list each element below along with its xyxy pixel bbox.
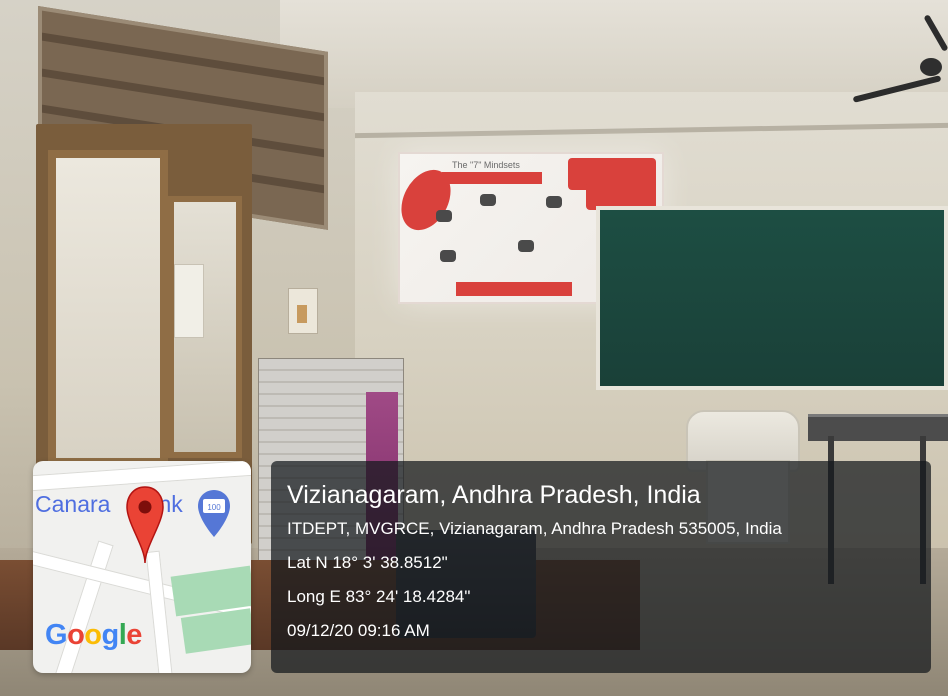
location-city: Vizianagaram, Andhra Pradesh, India bbox=[287, 481, 701, 509]
map-thumbnail: Canara nk 100 Google bbox=[33, 461, 251, 673]
location-pin-icon bbox=[126, 486, 164, 564]
slide-title: The "7" Mindsets bbox=[452, 160, 520, 170]
longitude-readout: Long E 83° 24' 18.4284" bbox=[287, 587, 471, 606]
google-logo-letter: o bbox=[84, 619, 102, 651]
google-logo-letter: l bbox=[118, 619, 127, 651]
blackboard bbox=[596, 206, 948, 390]
map-park bbox=[180, 608, 251, 654]
google-logo-letter: o bbox=[67, 619, 85, 651]
google-logo: Google bbox=[45, 619, 142, 652]
google-logo-letter: e bbox=[126, 619, 142, 651]
google-logo-letter: g bbox=[101, 619, 120, 651]
geotag-info-panel: Vizianagaram, Andhra Pradesh, India ITDE… bbox=[271, 461, 931, 673]
open-door bbox=[48, 150, 168, 466]
mindset-icon bbox=[518, 240, 534, 252]
switchboard bbox=[288, 288, 318, 334]
timestamp: 09/12/20 09:16 AM bbox=[287, 621, 430, 640]
mindset-icon bbox=[546, 196, 562, 208]
ceiling-fan bbox=[920, 58, 942, 76]
latitude-readout: Lat N 18° 3' 38.8512" bbox=[287, 553, 448, 572]
classroom-photo: The "7" Mindsets Canara nk 100 Google Vi… bbox=[0, 0, 948, 696]
notice-paper bbox=[174, 264, 204, 338]
atm-poi-icon: 100 bbox=[198, 490, 230, 537]
mindset-icon bbox=[436, 210, 452, 222]
mindset-icon bbox=[440, 250, 456, 262]
mindset-icon bbox=[480, 194, 496, 206]
atm-poi-badge: 100 bbox=[207, 503, 221, 512]
google-logo-letter: G bbox=[45, 619, 68, 651]
location-address: ITDEPT, MVGRCE, Vizianagaram, Andhra Pra… bbox=[287, 519, 782, 538]
